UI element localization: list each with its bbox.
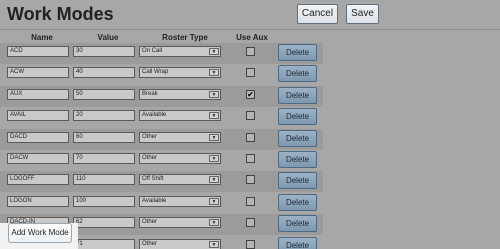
column-header-roster-type: Roster Type	[162, 33, 208, 42]
roster-type-select[interactable]: Other ▼	[139, 238, 221, 249]
value-input[interactable]: 30	[73, 46, 135, 57]
delete-button[interactable]: Delete	[278, 151, 317, 168]
value-input[interactable]: 50	[73, 88, 135, 100]
header-divider	[0, 29, 500, 30]
roster-type-select[interactable]: Break ▼	[139, 88, 221, 100]
value-input[interactable]: 70	[73, 153, 135, 164]
chevron-down-icon[interactable]: ▼	[209, 69, 219, 77]
name-input[interactable]: LOGON	[7, 195, 69, 207]
roster-type-value: Call Wrap	[142, 69, 169, 76]
delete-button[interactable]: Delete	[278, 86, 317, 104]
roster-type-value: Available	[142, 197, 167, 204]
table-row: DACW 70 Other ▼ Delete	[0, 150, 323, 171]
roster-type-select[interactable]: Call Wrap ▼	[139, 67, 221, 79]
chevron-down-icon[interactable]: ▼	[209, 133, 219, 141]
table-row: ACD 30 On Call ▼ Delete	[0, 43, 323, 64]
delete-button[interactable]: Delete	[278, 172, 317, 190]
delete-button[interactable]: Delete	[278, 236, 317, 249]
chevron-down-icon[interactable]: ▼	[209, 219, 219, 227]
roster-type-value: Other	[142, 240, 158, 247]
roster-type-value: Other	[142, 155, 158, 161]
table-row: LOGON 100 Available ▼ Delete	[0, 192, 323, 214]
chevron-down-icon[interactable]: ▼	[209, 197, 219, 205]
value-input[interactable]: 71	[73, 238, 135, 249]
roster-type-value: Break	[142, 90, 158, 97]
name-input[interactable]: ACW	[7, 67, 69, 79]
table-row: AUX 50 Break ▼ ✔ Delete	[0, 85, 323, 107]
roster-type-select[interactable]: Other ▼	[139, 153, 221, 164]
chevron-down-icon[interactable]: ▼	[209, 155, 219, 162]
roster-type-value: Available	[142, 112, 167, 119]
table-row: ACW 40 Call Wrap ▼ Delete	[0, 64, 323, 86]
use-aux-reason-checkbox[interactable]	[246, 111, 255, 121]
roster-type-select[interactable]: Off Shift ▼	[139, 174, 221, 186]
roster-type-select[interactable]: Available ▼	[139, 195, 221, 207]
use-aux-reason-checkbox[interactable]	[246, 196, 255, 206]
value-input[interactable]: 60	[73, 131, 135, 143]
use-aux-reason-checkbox[interactable]: ✔	[246, 89, 255, 99]
chevron-down-icon[interactable]: ▼	[209, 112, 219, 120]
table-row: DACD 60 Other ▼ Delete	[0, 128, 323, 150]
use-aux-reason-checkbox[interactable]	[246, 68, 255, 78]
column-header-value: Value	[97, 33, 119, 42]
page-header: Work Modes Cancel Save	[0, 0, 500, 29]
use-aux-reason-checkbox[interactable]	[246, 175, 255, 185]
roster-type-value: Off Shift	[142, 176, 164, 183]
roster-type-select[interactable]: Other ▼	[139, 217, 221, 229]
table-row: AVAIL 20 Available ▼ Delete	[0, 107, 323, 129]
checkmark-icon: ✔	[247, 89, 254, 99]
cancel-button[interactable]: Cancel	[297, 4, 338, 24]
delete-button[interactable]: Delete	[278, 108, 317, 126]
roster-type-select[interactable]: Other ▼	[139, 131, 221, 143]
delete-button[interactable]: Delete	[278, 65, 317, 83]
use-aux-reason-checkbox[interactable]	[246, 47, 255, 56]
delete-button[interactable]: Delete	[278, 215, 317, 233]
name-input[interactable]: LOGOFF	[7, 174, 69, 186]
value-input[interactable]: 62	[73, 217, 135, 229]
page-title: Work Modes	[7, 4, 114, 24]
chevron-down-icon[interactable]: ▼	[209, 176, 219, 184]
value-input[interactable]: 110	[73, 174, 135, 186]
delete-button[interactable]: Delete	[278, 129, 317, 147]
delete-button[interactable]: Delete	[278, 44, 317, 61]
value-input[interactable]: 40	[73, 67, 135, 79]
save-button[interactable]: Save	[346, 4, 379, 24]
delete-button[interactable]: Delete	[278, 193, 317, 211]
use-aux-reason-checkbox[interactable]	[246, 132, 255, 142]
name-input[interactable]: ACD	[7, 46, 69, 57]
value-input[interactable]: 20	[73, 110, 135, 122]
chevron-down-icon[interactable]: ▼	[209, 48, 219, 55]
add-work-mode-button[interactable]: Add Work Mode	[8, 223, 72, 243]
roster-type-select[interactable]: On Call ▼	[139, 46, 221, 57]
chevron-down-icon[interactable]: ▼	[209, 240, 219, 248]
roster-type-value: Other	[142, 133, 158, 140]
name-input[interactable]: AVAIL	[7, 110, 69, 122]
table-row: LOGOFF 110 Off Shift ▼ Delete	[0, 171, 323, 193]
name-input[interactable]: DACW	[7, 153, 69, 164]
name-input[interactable]: DACD	[7, 131, 69, 143]
roster-type-value: On Call	[142, 48, 163, 54]
roster-type-select[interactable]: Available ▼	[139, 110, 221, 122]
name-input[interactable]: AUX	[7, 88, 69, 100]
value-input[interactable]: 100	[73, 195, 135, 207]
column-header-name: Name	[31, 33, 53, 42]
use-aux-reason-checkbox[interactable]	[246, 154, 255, 163]
roster-type-value: Other	[142, 219, 158, 226]
use-aux-reason-checkbox[interactable]	[246, 218, 255, 228]
use-aux-reason-checkbox[interactable]	[246, 239, 255, 249]
chevron-down-icon[interactable]: ▼	[209, 90, 219, 98]
